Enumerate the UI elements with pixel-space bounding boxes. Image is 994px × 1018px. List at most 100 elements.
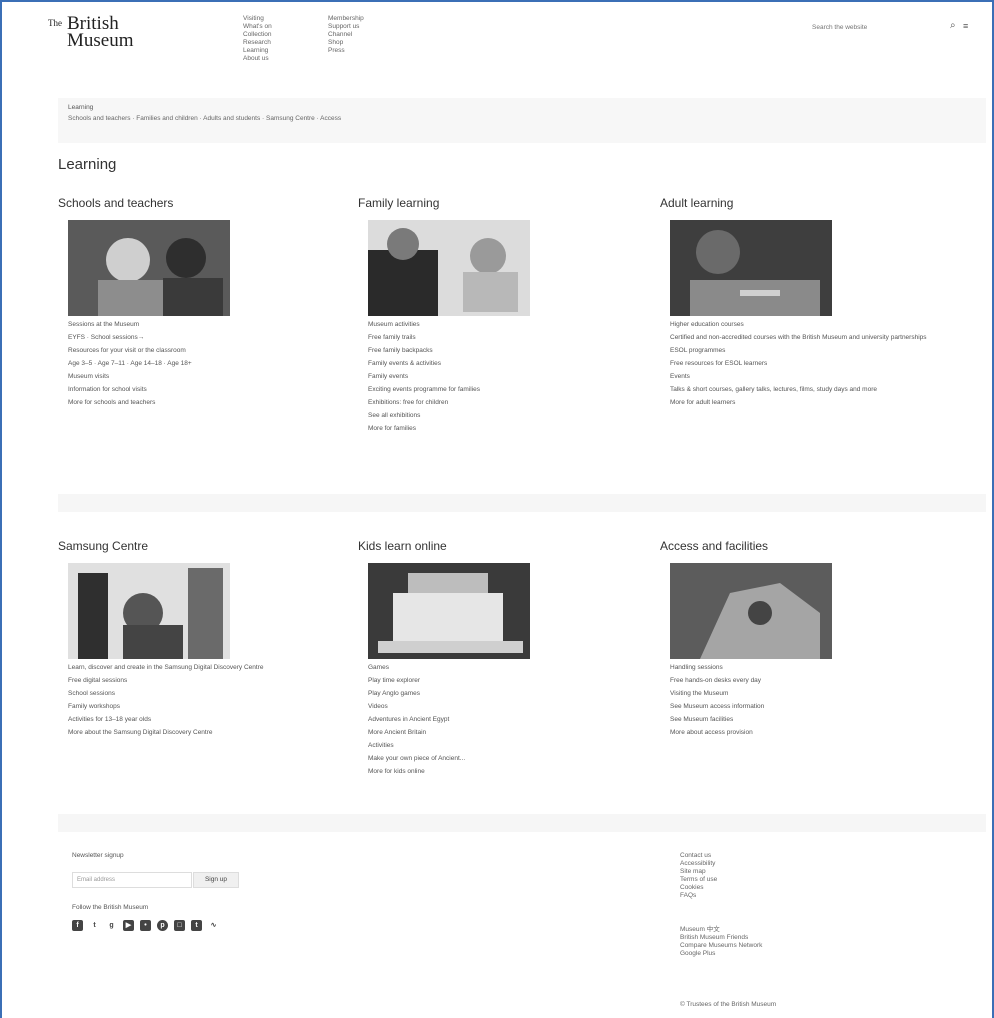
adult-photo[interactable] [670,220,832,316]
list-item[interactable]: Museum activities [368,321,658,329]
schools-image [68,220,230,316]
footer-link[interactable]: Cookies [680,884,717,892]
list-item[interactable]: Free digital sessions [68,677,358,685]
social-links: f t g ▶ • p □ t ∿ [72,920,219,931]
footer-link[interactable]: Museum 中文 [680,926,762,934]
breadcrumb-sublinks[interactable]: Schools and teachers · Families and chil… [68,115,341,122]
list-item[interactable]: Handling sessions [670,664,960,672]
flickr-icon[interactable]: • [140,920,151,931]
nav-shop[interactable]: Shop [328,39,364,47]
nav-press[interactable]: Press [328,47,364,55]
list-item[interactable]: Videos [368,703,658,711]
schools-photo[interactable] [68,220,230,316]
instagram-icon[interactable]: □ [174,920,185,931]
list-item[interactable]: Learn, discover and create in the Samsun… [68,664,358,672]
list-item[interactable]: Resources for your visit or the classroo… [68,347,358,355]
list-item[interactable]: Activities [368,742,658,750]
search-icon[interactable]: ⌕ [950,20,956,31]
more-link[interactable]: More for adult learners [670,399,960,407]
pinterest-icon[interactable]: p [157,920,168,931]
tumblr-icon[interactable]: t [191,920,202,931]
section-title[interactable]: Schools and teachers [58,196,173,210]
search-input[interactable] [812,20,942,34]
footer-link[interactable]: Contact us [680,852,717,860]
kids-image [368,563,530,659]
newsletter-signup-button[interactable]: Sign up [193,872,239,888]
nav-research[interactable]: Research [243,39,272,47]
samsung-photo[interactable] [68,563,230,659]
list-item[interactable]: Family events [368,373,658,381]
list-item[interactable]: Adventures in Ancient Egypt [368,716,658,724]
list-item[interactable]: Exhibitions: free for children [368,399,658,407]
rss-icon[interactable]: ∿ [208,920,219,931]
footer-links-2: Museum 中文 British Museum Friends Compare… [680,926,762,958]
access-photo[interactable] [670,563,832,659]
list-item[interactable]: Certified and non-accredited courses wit… [670,334,960,342]
list-item[interactable]: Talks & short courses, gallery talks, le… [670,386,960,394]
list-item[interactable]: Play Anglo games [368,690,658,698]
list-item[interactable]: Free resources for ESOL learners [670,360,960,368]
list-item[interactable]: More Ancient Britain [368,729,658,737]
nav-visiting[interactable]: Visiting [243,15,272,23]
footer-link[interactable]: Site map [680,868,717,876]
footer-link[interactable]: FAQs [680,892,717,900]
list-item[interactable]: Activities for 13–18 year olds [68,716,358,724]
nav-about-us[interactable]: About us [243,55,272,63]
footer-link[interactable]: Terms of use [680,876,717,884]
youtube-icon[interactable]: ▶ [123,920,134,931]
list-item[interactable]: Visiting the Museum [670,690,960,698]
list-item[interactable]: Family workshops [68,703,358,711]
more-link[interactable]: More for schools and teachers [68,399,358,407]
nav-learning[interactable]: Learning [243,47,272,55]
nav-collection[interactable]: Collection [243,31,272,39]
list-item[interactable]: School sessions [68,690,358,698]
list-item[interactable]: Museum visits [68,373,358,381]
list-item[interactable]: Events [670,373,960,381]
section-title[interactable]: Adult learning [660,196,733,210]
list-item[interactable]: Free hands-on desks every day [670,677,960,685]
footer-link[interactable]: Accessibility [680,860,717,868]
list-item[interactable]: See Museum access information [670,703,960,711]
list-item[interactable]: Family events & activities [368,360,658,368]
google-plus-icon[interactable]: g [106,920,117,931]
list-item[interactable]: Age 3–5 · Age 7–11 · Age 14–18 · Age 18+ [68,360,358,368]
section-title[interactable]: Access and facilities [660,539,768,553]
footer-link[interactable]: British Museum Friends [680,934,762,942]
access-links: Handling sessions Free hands-on desks ev… [670,664,960,742]
kids-photo[interactable] [368,563,530,659]
section-title[interactable]: Family learning [358,196,439,210]
section-title[interactable]: Kids learn online [358,539,447,553]
menu-icon[interactable]: ≡ [963,21,968,31]
more-link[interactable]: More about access provision [670,729,960,737]
more-link[interactable]: More about the Samsung Digital Discovery… [68,729,358,737]
list-item[interactable]: ESOL programmes [670,347,960,355]
newsletter-email-input[interactable]: Email address [72,872,192,888]
facebook-icon[interactable]: f [72,920,83,931]
list-item[interactable]: Games [368,664,658,672]
nav-support-us[interactable]: Support us [328,23,364,31]
list-item[interactable]: Sessions at the Museum [68,321,358,329]
list-item[interactable]: See all exhibitions [368,412,658,420]
footer-link[interactable]: Google Plus [680,950,762,958]
list-item[interactable]: Exciting events programme for families [368,386,658,394]
list-item[interactable]: Make your own piece of Ancient... [368,755,658,763]
section-title[interactable]: Samsung Centre [58,539,148,553]
breadcrumb-current[interactable]: Learning [68,104,93,111]
list-item[interactable]: Free family backpacks [368,347,658,355]
list-item[interactable]: See Museum facilities [670,716,960,724]
samsung-links: Learn, discover and create in the Samsun… [68,664,358,742]
list-item[interactable]: EYFS · School sessions→ [68,334,358,342]
nav-whats-on[interactable]: What's on [243,23,272,31]
list-item[interactable]: Play time explorer [368,677,658,685]
nav-membership[interactable]: Membership [328,15,364,23]
family-photo[interactable] [368,220,530,316]
list-item[interactable]: Information for school visits [68,386,358,394]
more-link[interactable]: More for families [368,425,658,433]
more-link[interactable]: More for kids online [368,768,658,776]
twitter-icon[interactable]: t [89,920,100,931]
nav-channel[interactable]: Channel [328,31,364,39]
adult-links: Higher education courses Certified and n… [670,321,960,412]
list-item[interactable]: Higher education courses [670,321,960,329]
footer-link[interactable]: Compare Museums Network [680,942,762,950]
list-item[interactable]: Free family trails [368,334,658,342]
